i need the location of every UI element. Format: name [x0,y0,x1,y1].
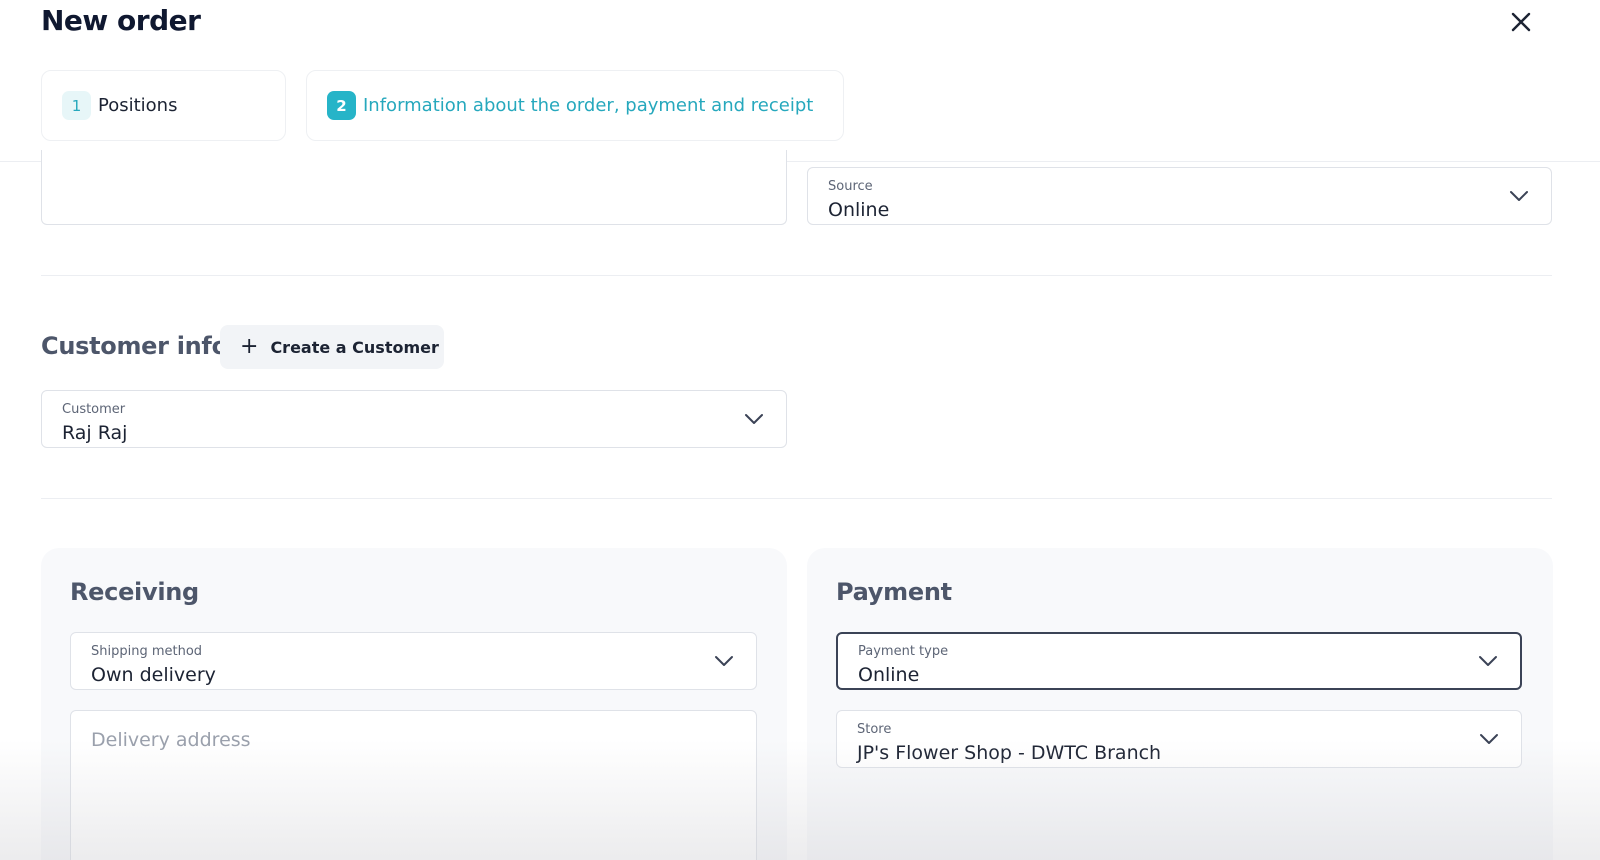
source-select[interactable]: Source Online [807,167,1552,225]
create-customer-button[interactable]: + Create a Customer [220,325,444,369]
source-label: Source [828,179,873,194]
divider [41,275,1552,276]
step-label-order-info: Information about the order, payment and… [363,95,814,116]
step-label-positions: Positions [98,95,178,116]
chevron-down-icon [715,656,733,666]
chevron-down-icon [1480,734,1498,744]
chevron-down-icon [1510,191,1528,201]
customer-value: Raj Raj [62,422,128,444]
divider [41,498,1552,499]
close-button[interactable] [1505,6,1537,38]
order-notes-field[interactable] [41,150,787,225]
receiving-title: Receiving [70,578,199,606]
store-label: Store [857,722,892,737]
plus-icon: + [240,334,259,359]
new-order-modal: New order 1 Positions 2 Information abou… [0,0,1600,860]
chevron-down-icon [1479,656,1497,666]
payment-title: Payment [836,578,952,606]
tab-order-info[interactable]: 2 Information about the order, payment a… [306,70,844,141]
tab-positions[interactable]: 1 Positions [41,70,286,141]
step-number-1: 1 [62,91,91,120]
payment-type-select[interactable]: Payment type Online [836,632,1522,690]
step-number-2: 2 [327,91,356,120]
store-value: JP's Flower Shop - DWTC Branch [857,742,1162,764]
source-value: Online [828,199,890,221]
create-customer-label: Create a Customer [270,337,439,357]
shipping-method-value: Own delivery [91,664,216,686]
modal-header: New order 1 Positions 2 Information abou… [0,0,1600,162]
store-select[interactable]: Store JP's Flower Shop - DWTC Branch [836,710,1522,768]
payment-card: Payment [807,548,1553,860]
close-icon [1511,12,1531,32]
payment-type-label: Payment type [858,644,949,659]
shipping-method-label: Shipping method [91,644,203,659]
customer-info-title: Customer info [41,332,228,360]
customer-select[interactable]: Customer Raj Raj [41,390,787,448]
page-title: New order [41,4,201,37]
customer-label: Customer [62,402,126,417]
shipping-method-select[interactable]: Shipping method Own delivery [70,632,757,690]
delivery-address-input[interactable] [70,710,757,860]
payment-type-value: Online [858,664,920,686]
chevron-down-icon [745,414,763,424]
